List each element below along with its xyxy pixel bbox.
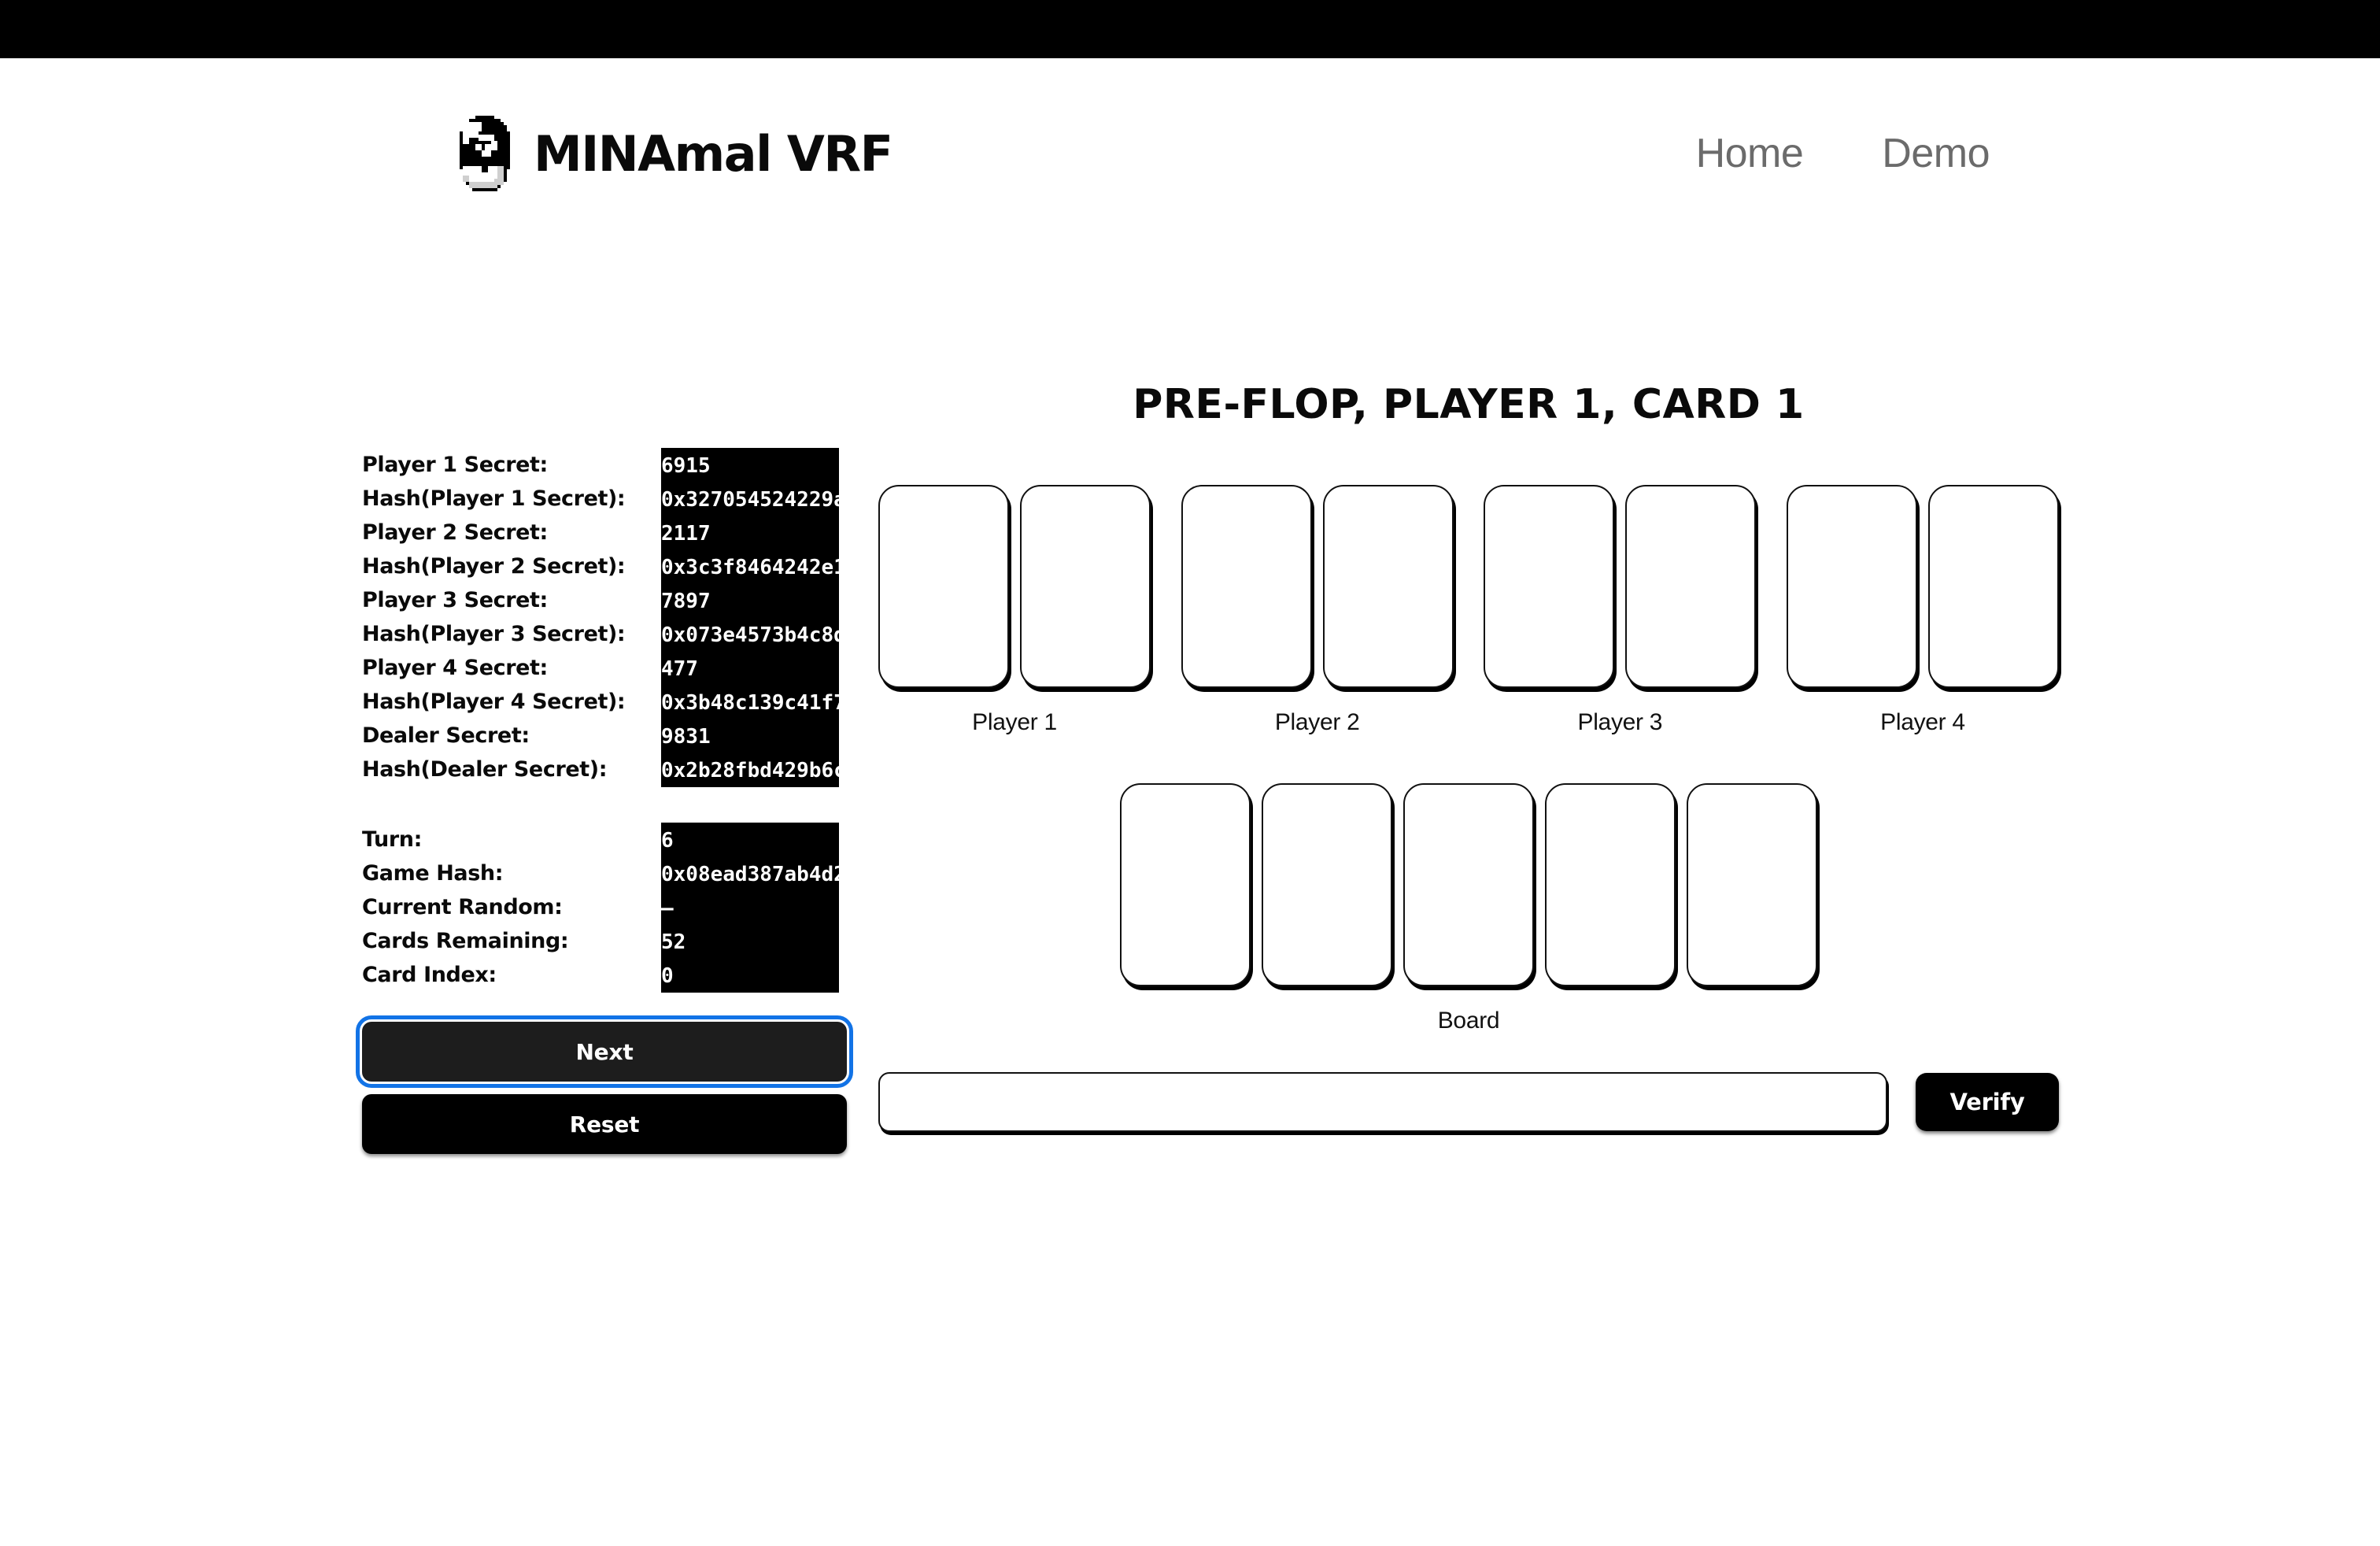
table-row: Dealer Secret: xyxy=(362,719,677,753)
row-value: 2117 xyxy=(661,521,711,546)
player-seat-2: Player 2 xyxy=(1181,485,1454,736)
row-label: Hash(Dealer Secret): xyxy=(362,757,608,782)
row-value: 0 xyxy=(661,963,674,988)
site-header: MINAmal VRF Home Demo xyxy=(460,110,1994,197)
table-row: Hash(Player 2 Secret): xyxy=(362,549,677,583)
row-label: Hash(Player 2 Secret): xyxy=(362,554,626,579)
row-label: Cards Remaining: xyxy=(362,929,569,953)
row-label: Hash(Player 4 Secret): xyxy=(362,690,626,714)
table-row: Player 1 Secret: xyxy=(362,448,677,482)
board-card-2[interactable] xyxy=(1262,783,1392,986)
player-3-card-1[interactable] xyxy=(1484,485,1615,688)
player-1-card-2[interactable] xyxy=(1020,485,1151,688)
player-1-card-1[interactable] xyxy=(878,485,1009,688)
table-row: Player 4 Secret: xyxy=(362,651,677,685)
player-4-hand xyxy=(1786,485,2059,688)
row-value: 0x3c3f8464242e1 xyxy=(661,555,839,579)
verify-input[interactable] xyxy=(878,1072,1887,1132)
row-value: 9831 xyxy=(661,724,711,749)
row-label: Hash(Player 3 Secret): xyxy=(362,622,626,646)
player-1-label: Player 1 xyxy=(972,709,1057,735)
board-card-4[interactable] xyxy=(1545,783,1676,986)
row-label: Dealer Secret: xyxy=(362,723,530,748)
table-row: Hash(Dealer Secret): xyxy=(362,753,677,786)
row-label: Hash(Player 1 Secret): xyxy=(362,486,626,511)
next-button-wrap: Next xyxy=(356,1015,853,1088)
row-label: Player 2 Secret: xyxy=(362,520,548,545)
row-value: 0x08ead387ab4d2 xyxy=(661,862,839,886)
page-body: MINAmal VRF Home Demo Player 1 Secret: H… xyxy=(0,58,2380,1546)
player-seat-3: Player 3 xyxy=(1484,485,1757,736)
row-label: Game Hash: xyxy=(362,861,504,886)
player-3-card-2[interactable] xyxy=(1625,485,1757,688)
verify-button[interactable]: Verify xyxy=(1916,1073,2059,1131)
next-button[interactable]: Next xyxy=(356,1015,853,1088)
community-card-row xyxy=(1120,783,1817,986)
player-4-label: Player 4 xyxy=(1880,709,1965,735)
player-2-card-1[interactable] xyxy=(1181,485,1312,688)
row-label: Card Index: xyxy=(362,963,497,987)
row-value: 477 xyxy=(661,656,698,681)
board-label: Board xyxy=(1437,1008,1500,1034)
board-card-1[interactable] xyxy=(1120,783,1251,986)
main-nav: Home Demo xyxy=(1696,130,1994,177)
table-row: Game Hash: xyxy=(362,856,677,890)
verify-bar: Verify xyxy=(878,1072,2059,1132)
player-seat-1: Player 1 xyxy=(878,485,1151,736)
row-label: Turn: xyxy=(362,827,423,852)
player-2-hand xyxy=(1181,485,1454,688)
brand-title: MINAmal VRF xyxy=(534,124,893,183)
nav-link-demo[interactable]: Demo xyxy=(1882,130,1990,177)
row-label: Player 4 Secret: xyxy=(362,656,548,680)
secrets-panel: Player 1 Secret: Hash(Player 1 Secret): … xyxy=(362,448,847,787)
player-seat-4: Player 4 xyxy=(1786,485,2059,736)
game-state-value-column: 6 0x08ead387ab4d2 – 52 0 xyxy=(661,823,839,993)
nav-link-home[interactable]: Home xyxy=(1696,130,1804,177)
action-buttons: Next Reset xyxy=(356,1015,853,1154)
row-label: Player 1 Secret: xyxy=(362,453,548,477)
brand[interactable]: MINAmal VRF xyxy=(460,113,893,194)
row-value: 6 xyxy=(661,828,674,853)
game-state-panel: Turn: Game Hash: Current Random: Cards R… xyxy=(362,823,847,993)
table-row: Current Random: xyxy=(362,890,677,924)
players-row: Player 1 Player 2 Player 3 Player 4 xyxy=(878,485,2059,736)
player-3-label: Player 3 xyxy=(1577,709,1663,735)
table-row: Player 2 Secret: xyxy=(362,516,677,549)
community-board: Board xyxy=(878,783,2059,1034)
table-row: Turn: xyxy=(362,823,677,856)
page-title: PRE-FLOP, PLAYER 1, CARD 1 xyxy=(1133,381,1805,428)
row-value: 7897 xyxy=(661,589,711,613)
player-1-hand xyxy=(878,485,1151,688)
row-value: 0x3b48c139c41f7 xyxy=(661,690,839,715)
player-4-card-1[interactable] xyxy=(1786,485,1917,688)
game-column: PRE-FLOP, PLAYER 1, CARD 1 Player 1 Play… xyxy=(864,381,2092,1132)
table-row: Card Index: xyxy=(362,958,677,992)
row-label: Player 3 Secret: xyxy=(362,588,548,612)
row-label: Current Random: xyxy=(362,895,563,919)
row-value: 0x327054524229a xyxy=(661,487,839,512)
control-column: Player 1 Secret: Hash(Player 1 Secret): … xyxy=(356,448,853,1154)
table-row: Hash(Player 4 Secret): xyxy=(362,685,677,719)
player-2-card-2[interactable] xyxy=(1322,485,1454,688)
game-state-label-column: Turn: Game Hash: Current Random: Cards R… xyxy=(362,823,677,992)
row-value: 6915 xyxy=(661,453,711,478)
browser-top-bar xyxy=(0,0,2380,58)
row-value: 0x073e4573b4c8d xyxy=(661,623,839,647)
table-row: Cards Remaining: xyxy=(362,924,677,958)
row-value: 0x2b28fbd429b6c xyxy=(661,758,839,782)
reset-button[interactable]: Reset xyxy=(362,1094,847,1154)
secrets-label-column: Player 1 Secret: Hash(Player 1 Secret): … xyxy=(362,448,677,786)
magic-8-ball-question-icon xyxy=(460,113,510,194)
table-row: Hash(Player 3 Secret): xyxy=(362,617,677,651)
row-value: 52 xyxy=(661,930,686,954)
player-4-card-2[interactable] xyxy=(1927,485,2059,688)
secrets-value-column: 6915 0x327054524229a 2117 0x3c3f8464242e… xyxy=(661,448,839,787)
player-2-label: Player 2 xyxy=(1274,709,1360,735)
row-value: – xyxy=(661,896,674,920)
player-3-hand xyxy=(1484,485,1757,688)
table-row: Hash(Player 1 Secret): xyxy=(362,482,677,516)
board-card-3[interactable] xyxy=(1403,783,1534,986)
table-row: Player 3 Secret: xyxy=(362,583,677,617)
board-card-5[interactable] xyxy=(1687,783,1817,986)
